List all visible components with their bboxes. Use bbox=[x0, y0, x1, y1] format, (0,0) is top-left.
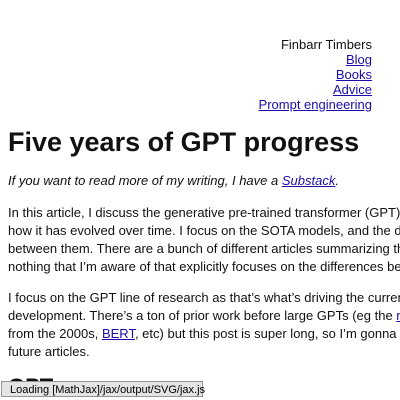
paragraph-line: I focus on the GPT line of research as t… bbox=[8, 290, 400, 305]
prior-work-link[interactable]: n bbox=[396, 308, 400, 323]
intro-paragraph: In this article, I discuss the generativ… bbox=[8, 204, 400, 276]
intro-period: . bbox=[335, 173, 339, 188]
paragraph-line: In this article, I discuss the generativ… bbox=[8, 205, 400, 220]
paragraph-text: from the 2000s, bbox=[8, 326, 102, 341]
nav-link-books[interactable]: Books bbox=[259, 67, 372, 82]
nav-link-advice[interactable]: Advice bbox=[259, 82, 372, 97]
site-nav: Finbarr Timbers Blog Books Advice Prompt… bbox=[259, 37, 372, 112]
substack-link[interactable]: Substack bbox=[282, 173, 335, 188]
substack-intro: If you want to read more of my writing, … bbox=[8, 172, 339, 189]
bert-link[interactable]: BERT bbox=[102, 326, 135, 341]
post-title: Five years of GPT progress bbox=[8, 127, 360, 157]
author-name: Finbarr Timbers bbox=[280, 37, 372, 52]
paragraph-text: development. There’s a ton of prior work… bbox=[8, 308, 397, 323]
focus-paragraph: I focus on the GPT line of research as t… bbox=[8, 289, 400, 361]
mathjax-loading-status: Loading [MathJax]/jax/output/SVG/jax.js bbox=[1, 381, 205, 397]
paragraph-line: nothing that I’m aware of that explicitl… bbox=[8, 259, 400, 274]
page: Finbarr Timbers Blog Books Advice Prompt… bbox=[0, 0, 400, 400]
paragraph-text: , etc) but this post is super long, so I… bbox=[134, 326, 397, 341]
paragraph-line: between them. There are a bunch of diffe… bbox=[8, 241, 400, 256]
paragraph-line: from the 2000s, BERT, etc) but this post… bbox=[8, 325, 400, 343]
intro-text: If you want to read more of my writing, … bbox=[8, 173, 282, 188]
paragraph-line: future articles. bbox=[8, 344, 90, 359]
paragraph-line: development. There’s a ton of prior work… bbox=[8, 307, 400, 325]
paragraph-line: how it has evolved over time. I focus on… bbox=[8, 223, 400, 238]
nav-link-prompt-engineering[interactable]: Prompt engineering bbox=[259, 97, 372, 112]
nav-link-blog[interactable]: Blog bbox=[259, 52, 372, 67]
